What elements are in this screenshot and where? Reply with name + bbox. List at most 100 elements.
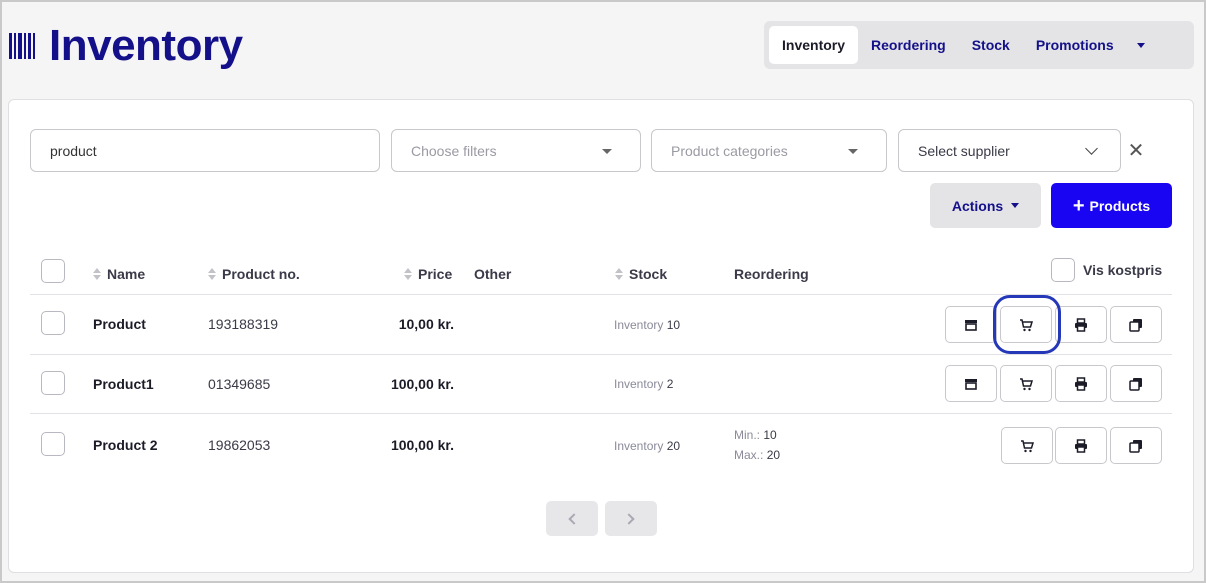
- store-icon: [965, 378, 977, 390]
- stock-label: Inventory: [614, 318, 664, 332]
- column-header-product-no-label: Product no.: [222, 266, 300, 282]
- copy-button[interactable]: [1110, 427, 1162, 464]
- cart-icon: [1021, 439, 1034, 452]
- categories-select[interactable]: Product categories: [651, 129, 887, 172]
- print-icon: [1075, 317, 1087, 332]
- chevron-right-icon: [623, 512, 635, 525]
- column-header-other: Other: [474, 266, 511, 282]
- supplier-select-placeholder: Select supplier: [918, 142, 1010, 159]
- sort-icon: [208, 268, 216, 280]
- caret-down-icon: [602, 149, 612, 154]
- sort-icon: [404, 268, 412, 280]
- copy-icon: [1129, 439, 1142, 453]
- supplier-select[interactable]: Select supplier: [898, 129, 1121, 172]
- product-price: 100,00 kr.: [390, 376, 454, 392]
- filters-select[interactable]: Choose filters: [391, 129, 641, 172]
- brand: Inventory: [9, 24, 243, 68]
- store-button[interactable]: [945, 365, 997, 402]
- product-name[interactable]: Product 2: [93, 437, 158, 453]
- product-name[interactable]: Product: [93, 316, 146, 332]
- min-value: 10: [763, 428, 777, 442]
- reorder-levels: Min.: 10 Max.: 20: [734, 425, 780, 465]
- sort-icon: [93, 268, 101, 280]
- max-value: 20: [766, 448, 781, 462]
- reorder-max: Max.: 20: [734, 445, 780, 465]
- column-header-price-label: Price: [418, 266, 453, 282]
- tab-promotions[interactable]: Promotions: [1023, 26, 1127, 64]
- caret-down-icon[interactable]: [1136, 42, 1145, 48]
- store-icon: [965, 319, 977, 331]
- product-stock: Inventory 20: [614, 439, 680, 453]
- top-nav: Inventory Reordering Stock Promotions: [764, 21, 1194, 69]
- select-all-checkbox[interactable]: [41, 259, 65, 283]
- column-header-name[interactable]: Name: [93, 266, 145, 282]
- min-label: Min.:: [734, 428, 761, 442]
- search-input[interactable]: product: [30, 129, 380, 172]
- column-header-stock-label: Stock: [629, 266, 668, 282]
- print-button[interactable]: [1055, 306, 1107, 343]
- categories-select-placeholder: Product categories: [671, 142, 788, 159]
- search-input-value: product: [50, 142, 97, 159]
- print-button[interactable]: [1055, 365, 1107, 402]
- barcode-icon: [9, 33, 39, 59]
- copy-button[interactable]: [1110, 306, 1162, 343]
- print-icon: [1075, 376, 1087, 391]
- reorder-min: Min.: 10: [734, 425, 780, 445]
- column-header-reordering: Reordering: [734, 266, 809, 282]
- sort-icon: [615, 268, 623, 280]
- max-label: Max.:: [734, 448, 764, 462]
- stock-label: Inventory: [614, 377, 664, 391]
- product-number: 19862053: [208, 437, 271, 453]
- caret-down-icon: [1011, 203, 1020, 208]
- filters-select-placeholder: Choose filters: [411, 142, 497, 159]
- product-price: 10,00 kr.: [398, 316, 454, 332]
- actions-button-label: Actions: [951, 197, 1004, 214]
- column-header-other-label: Other: [474, 266, 512, 282]
- previous-page-button[interactable]: [546, 501, 598, 536]
- add-products-button[interactable]: + Products: [1051, 183, 1172, 228]
- row-checkbox[interactable]: [41, 371, 65, 395]
- divider: [30, 294, 1172, 295]
- next-page-button[interactable]: [605, 501, 657, 536]
- product-number: 01349685: [208, 376, 271, 392]
- column-header-price[interactable]: Price: [404, 266, 452, 282]
- product-stock: Inventory 10: [614, 318, 680, 332]
- product-number: 193188319: [208, 316, 279, 332]
- chevron-left-icon: [568, 512, 580, 525]
- vis-kostpris-checkbox[interactable]: [1051, 258, 1075, 282]
- add-products-button-label: Products: [1089, 197, 1151, 214]
- app-title: Inventory: [49, 21, 243, 70]
- copy-button[interactable]: [1110, 365, 1162, 402]
- reorder-cart-button[interactable]: [1000, 365, 1052, 402]
- highlight-ring: [993, 295, 1061, 354]
- copy-icon: [1129, 377, 1142, 391]
- caret-down-icon: [848, 149, 858, 154]
- app-header: Inventory Inventory Reordering Stock Pro…: [2, 2, 1204, 98]
- column-header-product-no[interactable]: Product no.: [208, 266, 300, 282]
- print-icon: [1075, 438, 1087, 453]
- tab-inventory[interactable]: Inventory: [769, 26, 859, 64]
- row-checkbox[interactable]: [41, 432, 65, 456]
- product-price: 100,00 kr.: [390, 437, 454, 453]
- stock-value: 10: [666, 318, 681, 332]
- actions-button[interactable]: Actions: [930, 183, 1041, 228]
- column-header-stock[interactable]: Stock: [615, 266, 667, 282]
- cart-icon: [1020, 377, 1033, 390]
- close-icon[interactable]: ✕: [1126, 141, 1146, 161]
- tab-stock[interactable]: Stock: [959, 26, 1023, 64]
- stock-value: 20: [666, 439, 681, 453]
- reorder-cart-button[interactable]: [1001, 427, 1053, 464]
- divider: [30, 354, 1172, 355]
- tab-reordering[interactable]: Reordering: [858, 26, 959, 64]
- row-checkbox[interactable]: [41, 311, 65, 335]
- print-button[interactable]: [1055, 427, 1107, 464]
- chevron-down-icon: [1085, 142, 1098, 155]
- store-button[interactable]: [945, 306, 997, 343]
- plus-icon: +: [1072, 194, 1085, 217]
- stock-label: Inventory: [614, 439, 664, 453]
- product-stock: Inventory 2: [614, 377, 673, 391]
- product-name[interactable]: Product1: [93, 376, 154, 392]
- copy-icon: [1129, 318, 1142, 332]
- column-header-name-label: Name: [107, 266, 146, 282]
- divider: [30, 413, 1172, 414]
